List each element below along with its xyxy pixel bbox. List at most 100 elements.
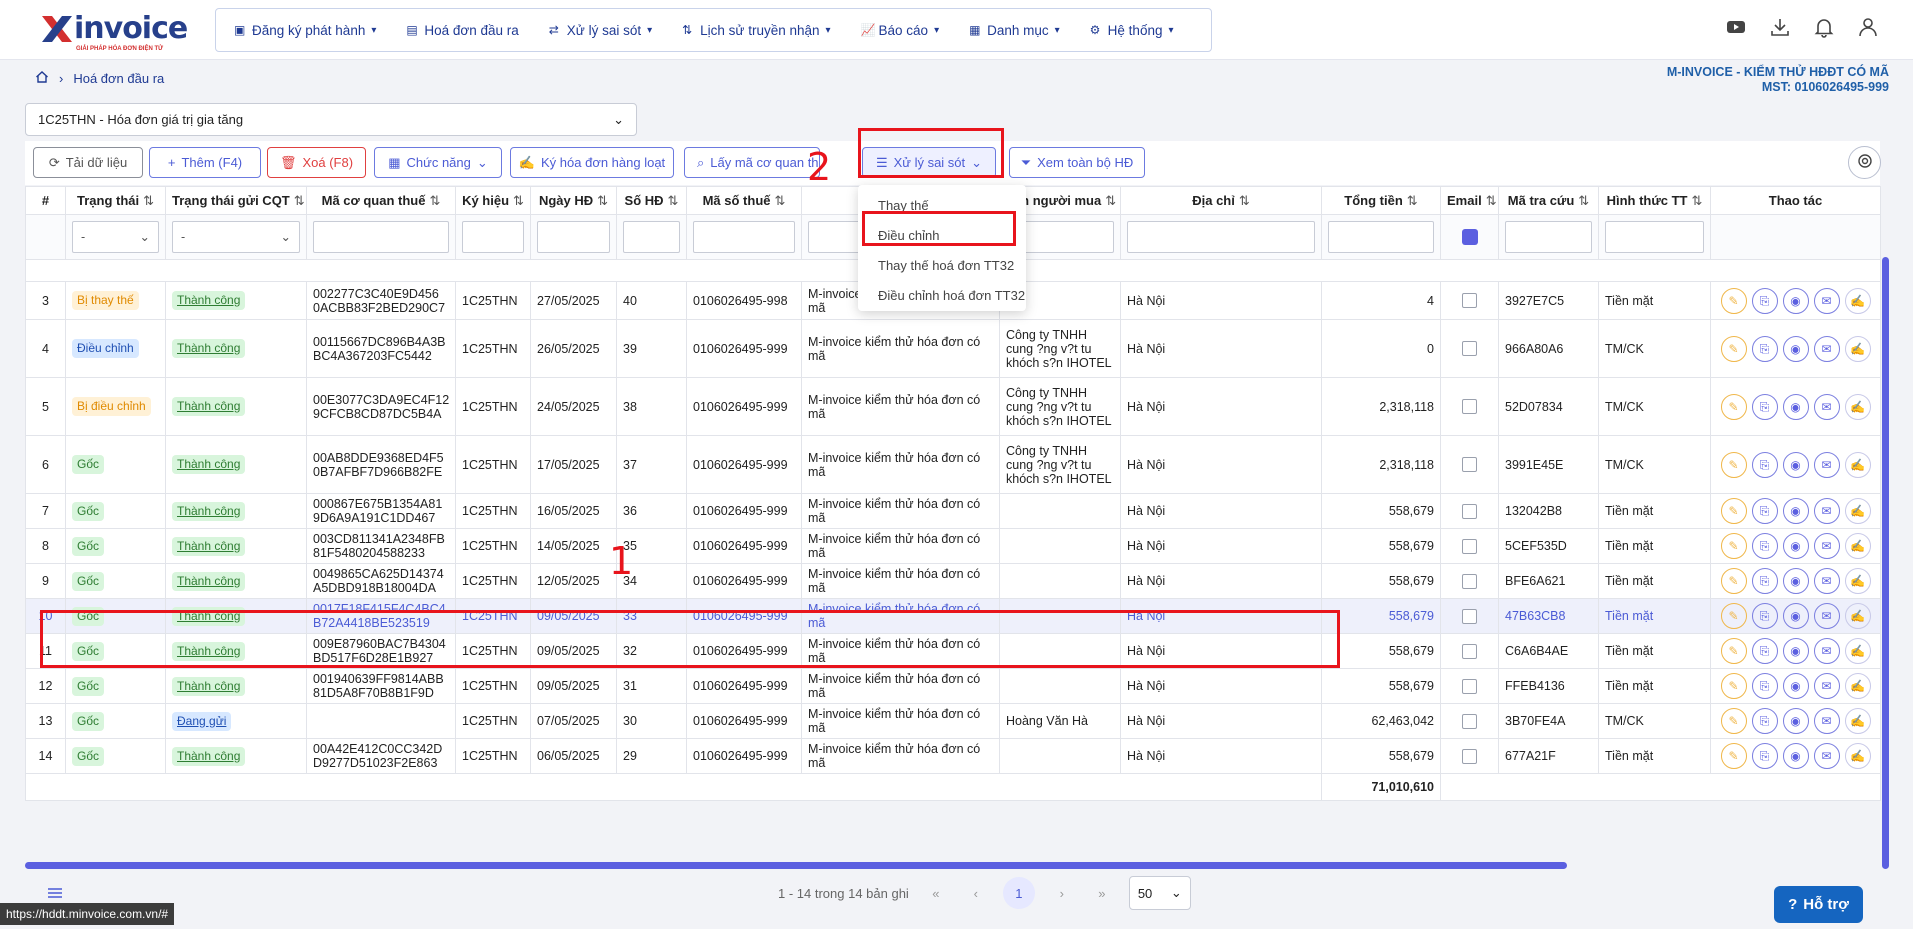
edit-icon[interactable]: ✎ — [1720, 335, 1747, 362]
batch-sign-button[interactable]: ✍ Ký hóa đơn hàng loạt — [510, 147, 674, 178]
home-icon[interactable] — [35, 70, 49, 87]
send-status-link[interactable]: Thành công — [172, 501, 246, 521]
table-row[interactable]: 7 Gốc Thành công 000867E675B1354A81 9D6A9A1… — [25, 493, 1881, 529]
sign-icon[interactable]: ✍ — [1844, 673, 1871, 699]
sign-icon[interactable]: ✍ — [1844, 743, 1871, 769]
view-all-button[interactable]: ⏷ Xem toàn bộ HĐ — [1009, 147, 1145, 178]
edit-icon[interactable]: ✎ — [1720, 708, 1747, 734]
view-icon[interactable]: ◉ — [1782, 743, 1809, 769]
prev-page-button[interactable]: ‹ — [963, 886, 989, 901]
page-size-select[interactable]: 50 ⌄ — [1128, 876, 1191, 910]
sign-icon[interactable]: ✍ — [1844, 638, 1871, 664]
column-header-1[interactable]: Trạng thái ⇅ — [65, 186, 166, 215]
sort-icon[interactable]: ⇅ — [1105, 193, 1116, 208]
sort-icon[interactable]: ⇅ — [597, 193, 608, 208]
mail-icon[interactable]: ✉ — [1813, 335, 1840, 362]
send-status-link[interactable]: Thành công — [172, 291, 246, 310]
email-checkbox[interactable] — [1462, 503, 1477, 519]
email-checkbox[interactable] — [1462, 678, 1477, 694]
reload-button[interactable]: ⟳ Tải dữ liệu — [33, 147, 143, 178]
email-checkbox[interactable] — [1462, 457, 1477, 472]
sort-icon[interactable]: ⇅ — [429, 193, 440, 208]
user-icon[interactable] — [1857, 16, 1879, 38]
sign-icon[interactable]: ✍ — [1844, 533, 1871, 559]
sort-icon[interactable]: ⇅ — [513, 193, 524, 208]
copy-icon[interactable]: ⎘ — [1751, 743, 1778, 769]
edit-icon[interactable]: ✎ — [1720, 498, 1747, 524]
nav-item-1[interactable]: ▤ Hoá đơn đầu ra — [406, 23, 518, 38]
sign-icon[interactable]: ✍ — [1844, 335, 1871, 362]
column-header-5[interactable]: Ngày HĐ ⇅ — [530, 186, 617, 215]
delete-button[interactable]: 🗑 Xoá (F8) — [267, 147, 366, 178]
sort-icon[interactable]: ⇅ — [1239, 193, 1250, 208]
column-header-11[interactable]: Tổng tiền ⇅ — [1321, 186, 1441, 215]
mail-icon[interactable]: ✉ — [1813, 638, 1840, 664]
vertical-scrollbar[interactable] — [1882, 257, 1889, 869]
email-checkbox[interactable] — [1462, 748, 1477, 764]
column-header-13[interactable]: Mã tra cứu ⇅ — [1498, 186, 1599, 215]
number-filter-input[interactable] — [623, 221, 680, 253]
column-header-6[interactable]: Số HĐ ⇅ — [616, 186, 687, 215]
column-header-15[interactable]: Thao tác — [1710, 186, 1881, 215]
mail-icon[interactable]: ✉ — [1813, 603, 1840, 629]
address-filter-input[interactable] — [1127, 221, 1315, 253]
view-icon[interactable]: ◉ — [1782, 708, 1809, 734]
edit-icon[interactable]: ✎ — [1720, 287, 1747, 314]
current-page[interactable]: 1 — [1002, 877, 1035, 909]
breadcrumb-current[interactable]: Hoá đơn đầu ra — [73, 71, 164, 86]
youtube-icon[interactable] — [1725, 16, 1747, 38]
sign-icon[interactable]: ✍ — [1844, 568, 1871, 594]
edit-icon[interactable]: ✎ — [1720, 603, 1747, 629]
view-icon[interactable]: ◉ — [1782, 498, 1809, 524]
send-status-link[interactable]: Thành công — [172, 571, 246, 591]
copy-icon[interactable]: ⎘ — [1751, 603, 1778, 629]
mail-icon[interactable]: ✉ — [1813, 498, 1840, 524]
table-row[interactable]: 14 Gốc Thành công 00A42E412C0CC342D D9277D5… — [25, 738, 1881, 774]
table-settings-button[interactable] — [1848, 146, 1881, 179]
copy-icon[interactable]: ⎘ — [1751, 451, 1778, 478]
view-icon[interactable]: ◉ — [1782, 451, 1809, 478]
email-checkbox[interactable] — [1462, 643, 1477, 659]
nav-item-4[interactable]: 📈 Báo cáo ▾ — [861, 23, 940, 38]
sort-icon[interactable]: ⇅ — [294, 193, 305, 208]
email-checkbox[interactable] — [1462, 399, 1477, 414]
download-icon[interactable] — [1769, 16, 1791, 38]
mail-icon[interactable]: ✉ — [1813, 451, 1840, 478]
nav-item-5[interactable]: ▦ Danh mục ▾ — [969, 23, 1060, 38]
edit-icon[interactable]: ✎ — [1720, 673, 1747, 699]
view-icon[interactable]: ◉ — [1782, 638, 1809, 664]
view-icon[interactable]: ◉ — [1782, 568, 1809, 594]
minvoice-logo[interactable]: invoice GIẢI PHÁP HÓA ĐƠN ĐIỆN TỬ — [38, 12, 188, 52]
next-page-button[interactable]: › — [1049, 886, 1075, 901]
horizontal-scrollbar[interactable] — [25, 862, 1567, 869]
mail-icon[interactable]: ✉ — [1813, 287, 1840, 314]
table-row[interactable]: 8 Gốc Thành công 003CD811341A2348FB 81F5480… — [25, 528, 1881, 564]
sign-icon[interactable]: ✍ — [1844, 498, 1871, 524]
edit-icon[interactable]: ✎ — [1720, 533, 1747, 559]
bell-icon[interactable] — [1813, 16, 1835, 38]
last-page-button[interactable]: » — [1089, 886, 1115, 901]
view-icon[interactable]: ◉ — [1782, 287, 1809, 314]
nav-item-3[interactable]: ⇅ Lịch sử truyền nhận ▾ — [682, 23, 830, 38]
email-checkbox[interactable] — [1462, 341, 1477, 356]
copy-icon[interactable]: ⎘ — [1751, 568, 1778, 594]
mail-icon[interactable]: ✉ — [1813, 393, 1840, 420]
column-header-3[interactable]: Mã cơ quan thuế ⇅ — [306, 186, 456, 215]
column-header-10[interactable]: Địa chỉ ⇅ — [1120, 186, 1322, 215]
send-status-link[interactable]: Thành công — [172, 746, 246, 766]
edit-icon[interactable]: ✎ — [1720, 451, 1747, 478]
table-row[interactable]: 4 Điều chỉnh Thành công 00115667DC896B4A3B … — [25, 319, 1881, 378]
sign-icon[interactable]: ✍ — [1844, 287, 1871, 314]
copy-icon[interactable]: ⎘ — [1751, 533, 1778, 559]
sort-icon[interactable]: ⇅ — [1578, 193, 1589, 208]
view-icon[interactable]: ◉ — [1782, 603, 1809, 629]
email-checkbox[interactable] — [1462, 713, 1477, 729]
column-header-2[interactable]: Trạng thái gửi CQT ⇅ — [165, 186, 307, 215]
tax-filter-input[interactable] — [693, 221, 795, 253]
sort-icon[interactable]: ⇅ — [1486, 193, 1497, 208]
first-page-button[interactable]: « — [923, 886, 949, 901]
view-icon[interactable]: ◉ — [1782, 393, 1809, 420]
table-row[interactable]: 13 Gốc Đang gửi 1C25THN 07/05/2025 30 01060264… — [25, 703, 1881, 739]
copy-icon[interactable]: ⎘ — [1751, 638, 1778, 664]
edit-icon[interactable]: ✎ — [1720, 568, 1747, 594]
